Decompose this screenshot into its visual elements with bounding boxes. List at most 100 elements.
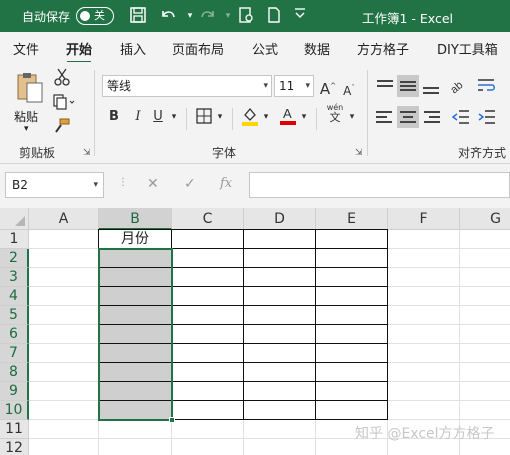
- cell-E7[interactable]: [316, 344, 388, 363]
- decrease-font-size-icon[interactable]: Aˇ: [340, 78, 358, 101]
- row-header-7[interactable]: 7: [0, 344, 29, 363]
- cell-F3[interactable]: [388, 268, 460, 287]
- cell-F1[interactable]: [388, 230, 460, 249]
- cell-G7[interactable]: [460, 344, 510, 363]
- align-left-icon[interactable]: [374, 106, 396, 128]
- tab-page-layout[interactable]: 页面布局: [172, 39, 224, 58]
- cell-B10[interactable]: [99, 401, 172, 420]
- clipboard-launcher-icon[interactable]: ⇲: [83, 148, 91, 158]
- cell-D6[interactable]: [244, 325, 316, 344]
- select-all-button[interactable]: [0, 208, 29, 230]
- top-align-icon[interactable]: [374, 75, 396, 97]
- column-header-A[interactable]: A: [29, 208, 99, 230]
- cell-B7[interactable]: [99, 344, 172, 363]
- bold-button[interactable]: B: [106, 107, 122, 127]
- orientation-icon[interactable]: ab: [446, 75, 468, 102]
- insert-function-icon[interactable]: fx: [220, 176, 232, 191]
- name-box[interactable]: B2 ▾: [5, 172, 104, 198]
- cell-D3[interactable]: [244, 268, 316, 287]
- tab-home[interactable]: 开始: [66, 39, 92, 64]
- font-launcher-icon[interactable]: ⇲: [355, 148, 363, 158]
- cell-B12[interactable]: [99, 439, 172, 455]
- cell-F9[interactable]: [388, 382, 460, 401]
- tab-data[interactable]: 数据: [304, 39, 330, 58]
- font-name-combo[interactable]: 等线 ▾: [102, 75, 272, 97]
- font-color-icon[interactable]: A: [278, 105, 298, 132]
- cell-G9[interactable]: [460, 382, 510, 401]
- cell-G6[interactable]: [460, 325, 510, 344]
- borders-icon[interactable]: [194, 108, 214, 131]
- cell-F10[interactable]: [388, 401, 460, 420]
- cell-A1[interactable]: [29, 230, 99, 249]
- formula-input[interactable]: [249, 172, 510, 198]
- cell-A2[interactable]: [29, 249, 99, 268]
- cell-B9[interactable]: [99, 382, 172, 401]
- cell-F4[interactable]: [388, 287, 460, 306]
- copy-icon[interactable]: [50, 93, 78, 118]
- row-header-3[interactable]: 3: [0, 268, 29, 287]
- cell-D1[interactable]: [244, 230, 316, 249]
- row-header-9[interactable]: 9: [0, 382, 29, 401]
- cell-C7[interactable]: [172, 344, 244, 363]
- cell-C5[interactable]: [172, 306, 244, 325]
- borders-dropdown-icon[interactable]: ▾: [214, 107, 226, 127]
- cell-C6[interactable]: [172, 325, 244, 344]
- column-header-D[interactable]: D: [244, 208, 316, 230]
- cell-C3[interactable]: [172, 268, 244, 287]
- font-color-dropdown-icon[interactable]: ▾: [298, 107, 310, 127]
- italic-button[interactable]: I: [130, 107, 146, 127]
- cell-D9[interactable]: [244, 382, 316, 401]
- cell-C4[interactable]: [172, 287, 244, 306]
- wrap-text-icon[interactable]: [474, 75, 498, 102]
- cell-E8[interactable]: [316, 363, 388, 382]
- cell-B8[interactable]: [99, 363, 172, 382]
- cell-B5[interactable]: [99, 306, 172, 325]
- tab-diy-toolbox[interactable]: DIY工具箱: [437, 39, 498, 58]
- cell-B6[interactable]: [99, 325, 172, 344]
- cell-E3[interactable]: [316, 268, 388, 287]
- cell-D4[interactable]: [244, 287, 316, 306]
- phonetic-dropdown-icon[interactable]: ▾: [346, 107, 358, 127]
- cell-G4[interactable]: [460, 287, 510, 306]
- row-header-8[interactable]: 8: [0, 363, 29, 382]
- cell-B4[interactable]: [99, 287, 172, 306]
- cell-G1[interactable]: [460, 230, 510, 249]
- cell-B3[interactable]: [99, 268, 172, 287]
- cell-D8[interactable]: [244, 363, 316, 382]
- cell-F5[interactable]: [388, 306, 460, 325]
- bottom-align-icon[interactable]: [420, 75, 442, 97]
- cell-D10[interactable]: [244, 401, 316, 420]
- autosave-toggle[interactable]: 关: [76, 7, 114, 25]
- cell-D12[interactable]: [244, 439, 316, 455]
- increase-font-size-icon[interactable]: A^: [318, 76, 338, 99]
- cell-C2[interactable]: [172, 249, 244, 268]
- cell-C8[interactable]: [172, 363, 244, 382]
- undo-icon[interactable]: [158, 6, 178, 26]
- cell-A11[interactable]: [29, 420, 99, 439]
- customize-toolbar-icon[interactable]: [290, 6, 310, 26]
- cell-A4[interactable]: [29, 287, 99, 306]
- cell-B2[interactable]: [99, 249, 172, 268]
- redo-icon[interactable]: [198, 6, 218, 26]
- touch-mode-icon[interactable]: [236, 6, 256, 26]
- cell-C12[interactable]: [172, 439, 244, 455]
- cell-B11[interactable]: [99, 420, 172, 439]
- column-header-C[interactable]: C: [172, 208, 244, 230]
- align-center-icon[interactable]: [397, 106, 419, 128]
- tab-fangfang[interactable]: 方方格子: [357, 39, 409, 58]
- undo-dropdown-icon[interactable]: ▾: [180, 6, 200, 26]
- cell-F8[interactable]: [388, 363, 460, 382]
- phonetic-guide-icon[interactable]: wén 文: [324, 103, 346, 124]
- cell-F6[interactable]: [388, 325, 460, 344]
- cell-D7[interactable]: [244, 344, 316, 363]
- row-header-2[interactable]: 2: [0, 249, 29, 268]
- cell-A12[interactable]: [29, 439, 99, 455]
- column-header-E[interactable]: E: [316, 208, 388, 230]
- fill-color-dropdown-icon[interactable]: ▾: [260, 107, 272, 127]
- row-header-11[interactable]: 11: [0, 420, 29, 439]
- cell-D2[interactable]: [244, 249, 316, 268]
- format-painter-icon[interactable]: [52, 117, 72, 142]
- cell-D5[interactable]: [244, 306, 316, 325]
- column-header-B[interactable]: B: [99, 208, 172, 230]
- underline-button[interactable]: U: [150, 107, 166, 127]
